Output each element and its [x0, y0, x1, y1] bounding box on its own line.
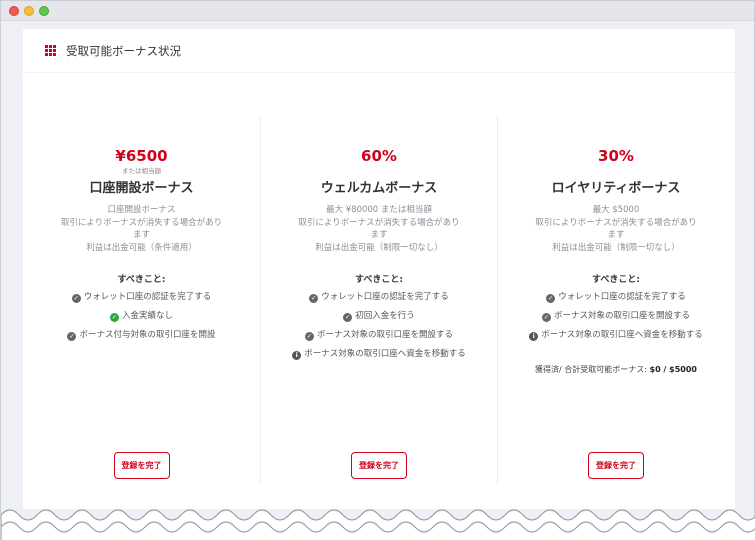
summary-label: 獲得済/ 合計受取可能ボーナス:	[535, 365, 647, 374]
todo-item: ✓ ウォレット口座の認証を完了する	[67, 291, 215, 303]
bonus-desc-line: 最大 $5000	[592, 205, 640, 215]
bonus-columns: ¥6500 または相当額 口座開設ボーナス 口座開設ボーナス 取引によりボーナス…	[23, 115, 735, 485]
todo-item: i ボーナス対象の取引口座へ資金を移動する	[292, 348, 466, 360]
check-circle-icon: ✓	[546, 294, 556, 303]
grid-icon	[45, 45, 56, 56]
bonus-desc-line: 取引によりボーナスが消失する場合があり	[60, 217, 223, 228]
bonus-description: 口座開設ボーナス 取引によりボーナスが消失する場合があり ます 利益は出金可能（…	[43, 204, 240, 254]
todo-text: ボーナス付与対象の取引口座を開設	[79, 330, 216, 340]
todo-list: ✓ ウォレット口座の認証を完了する ✓ ボーナス対象の取引口座を開設する i ボーナス…	[515, 291, 717, 348]
card-header: 受取可能ボーナス状況	[23, 29, 735, 73]
bonus-amount: ¥6500	[115, 147, 168, 165]
todo-text: 初回入金を行う	[355, 311, 415, 321]
summary-value: $0 / $5000	[649, 365, 697, 374]
bonus-desc-line: ます	[607, 230, 625, 240]
check-circle-icon: ✓	[71, 294, 81, 303]
bonus-desc-line: 利益は出金可能（制限一切なし）	[552, 242, 680, 253]
todo-text: ボーナス対象の取引口座へ資金を移動する	[304, 349, 466, 359]
todo-item: ✓ ボーナス対象の取引口座を開設する	[529, 310, 703, 322]
browser-window: 受取可能ボーナス状況 ¥6500 または相当額 口座開設ボーナス 口座開設ボーナ…	[0, 0, 755, 540]
todo-text: ボーナス対象の取引口座を開設する	[316, 330, 453, 340]
bonus-description: 最大 ¥80000 または相当額 取引によりボーナスが消失する場合があり ます …	[280, 204, 477, 254]
bonus-summary: 獲得済/ 合計受取可能ボーナス: $0 / $5000	[535, 364, 697, 375]
todo-item: ✓ ボーナス付与対象の取引口座を開設	[67, 329, 216, 341]
bonus-name: 口座開設ボーナス	[89, 181, 194, 196]
check-circle-green-icon: ✓	[109, 313, 119, 322]
bonus-desc-line: 利益は出金可能（制限一切なし）	[315, 242, 443, 253]
check-circle-icon: ✓	[309, 294, 319, 303]
bonus-description: 最大 $5000 取引によりボーナスが消失する場合があり ます 利益は出金可能（…	[517, 204, 714, 254]
maximize-window-icon[interactable]	[39, 5, 49, 16]
minimize-window-icon[interactable]	[24, 5, 34, 16]
complete-registration-button[interactable]: 登録を完了	[588, 452, 644, 479]
bonus-desc-line: ます	[132, 230, 150, 240]
window-titlebar	[1, 1, 754, 21]
bonus-column-loyalty: 30% ロイヤリティボーナス 最大 $5000 取引によりボーナスが消失する場合…	[497, 115, 734, 485]
todo-title: すべきこと:	[592, 275, 640, 285]
bonus-amount: 30%	[598, 147, 634, 165]
bonus-desc-line: ます	[370, 230, 388, 240]
torn-edge-decoration	[1, 509, 755, 540]
check-circle-icon: ✓	[541, 313, 551, 322]
todo-item: i ボーナス対象の取引口座へ資金を移動する	[529, 329, 703, 341]
info-circle-icon: i	[529, 332, 539, 341]
bonus-column-welcome: 60% ウェルカムボーナス 最大 ¥80000 または相当額 取引によりボーナス…	[260, 115, 497, 485]
bonus-desc-line: 口座開設ボーナス	[107, 205, 176, 215]
todo-item: ✓ ウォレット口座の認証を完了する	[292, 291, 466, 303]
todo-text: ウォレット口座の認証を完了する	[558, 292, 686, 302]
bonus-desc-line: 取引によりボーナスが消失する場合があり	[535, 217, 697, 228]
bonus-name: ウェルカムボーナス	[320, 181, 438, 196]
bonus-desc-line: 取引によりボーナスが消失する場合があり	[298, 217, 460, 228]
complete-registration-button[interactable]: 登録を完了	[351, 452, 407, 479]
check-circle-icon: ✓	[67, 332, 77, 341]
todo-item: ✓ 初回入金を行う	[292, 310, 466, 322]
todo-list: ✓ ウォレット口座の認証を完了する ✓ 入金実績なし ✓ ボーナス付与対象の取引口座を…	[53, 291, 229, 348]
todo-item: ✓ ウォレット口座の認証を完了する	[529, 291, 703, 303]
bonus-desc-line: 最大 ¥80000 または相当額	[326, 205, 432, 215]
close-window-icon[interactable]	[9, 5, 19, 16]
todo-title: すべきこと:	[355, 275, 403, 285]
bonus-desc-line: 利益は出金可能（条件適用）	[86, 242, 197, 253]
todo-text: ウォレット口座の認証を完了する	[321, 292, 449, 302]
bonus-status-card: 受取可能ボーナス状況 ¥6500 または相当額 口座開設ボーナス 口座開設ボーナ…	[23, 29, 735, 509]
todo-list: ✓ ウォレット口座の認証を完了する ✓ 初回入金を行う ✓ ボーナス対象の取引口座を開…	[278, 291, 480, 367]
bonus-equiv-note: または相当額	[122, 167, 161, 175]
bonus-name: ロイヤリティボーナス	[551, 181, 681, 196]
todo-text: ボーナス対象の取引口座へ資金を移動する	[541, 330, 703, 340]
todo-text: ウォレット口座の認証を完了する	[83, 292, 212, 302]
todo-title: すべきこと:	[117, 275, 166, 285]
todo-text: 入金実績なし	[121, 311, 173, 321]
todo-item: ✓ 入金実績なし	[67, 310, 215, 322]
page-title: 受取可能ボーナス状況	[66, 43, 181, 58]
complete-registration-button[interactable]: 登録を完了	[113, 452, 170, 479]
todo-text: ボーナス対象の取引口座を開設する	[553, 311, 690, 321]
check-circle-icon: ✓	[343, 313, 353, 322]
check-circle-icon: ✓	[304, 332, 314, 341]
info-circle-icon: i	[292, 351, 302, 360]
todo-item: ✓ ボーナス対象の取引口座を開設する	[292, 329, 466, 341]
bonus-amount: 60%	[361, 147, 397, 165]
bonus-column-account-opening: ¥6500 または相当額 口座開設ボーナス 口座開設ボーナス 取引によりボーナス…	[23, 115, 260, 485]
